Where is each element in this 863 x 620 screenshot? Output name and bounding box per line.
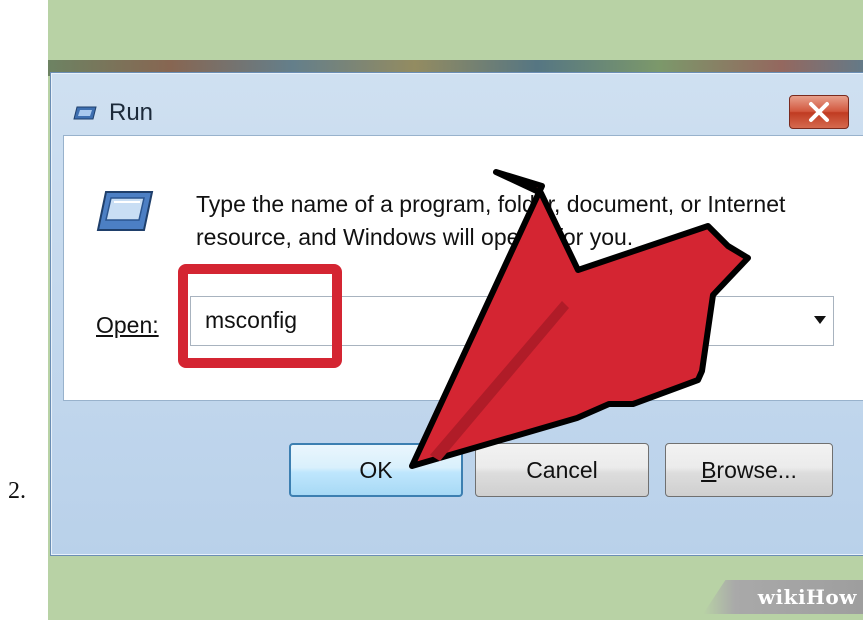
wikihow-watermark: wikiHow <box>703 580 863 614</box>
chevron-down-icon[interactable] <box>813 315 827 325</box>
browse-label-rest: rowse... <box>716 456 797 483</box>
close-button[interactable] <box>789 95 849 129</box>
ok-button[interactable]: OK <box>289 443 463 497</box>
highlight-box <box>178 264 342 368</box>
watermark-text: wikiHow <box>757 585 857 609</box>
run-dialog: Run Type the name of a program, folder, … <box>50 72 863 556</box>
dialog-content: Type the name of a program, folder, docu… <box>63 135 863 401</box>
open-label-text: Open: <box>96 312 159 338</box>
run-icon <box>73 105 97 121</box>
illustration: Run Type the name of a program, folder, … <box>48 0 863 620</box>
cancel-button[interactable]: Cancel <box>475 443 649 497</box>
step-number: 2. <box>8 478 26 504</box>
window-title: Run <box>109 99 154 126</box>
browse-label-first: B <box>701 456 717 483</box>
program-run-icon <box>96 188 154 234</box>
dialog-description: Type the name of a program, folder, docu… <box>196 191 786 250</box>
open-label: Open: <box>96 312 159 339</box>
browse-button[interactable]: Browse... <box>665 443 833 497</box>
close-icon <box>809 102 829 122</box>
title-bar[interactable]: Run <box>51 73 863 131</box>
